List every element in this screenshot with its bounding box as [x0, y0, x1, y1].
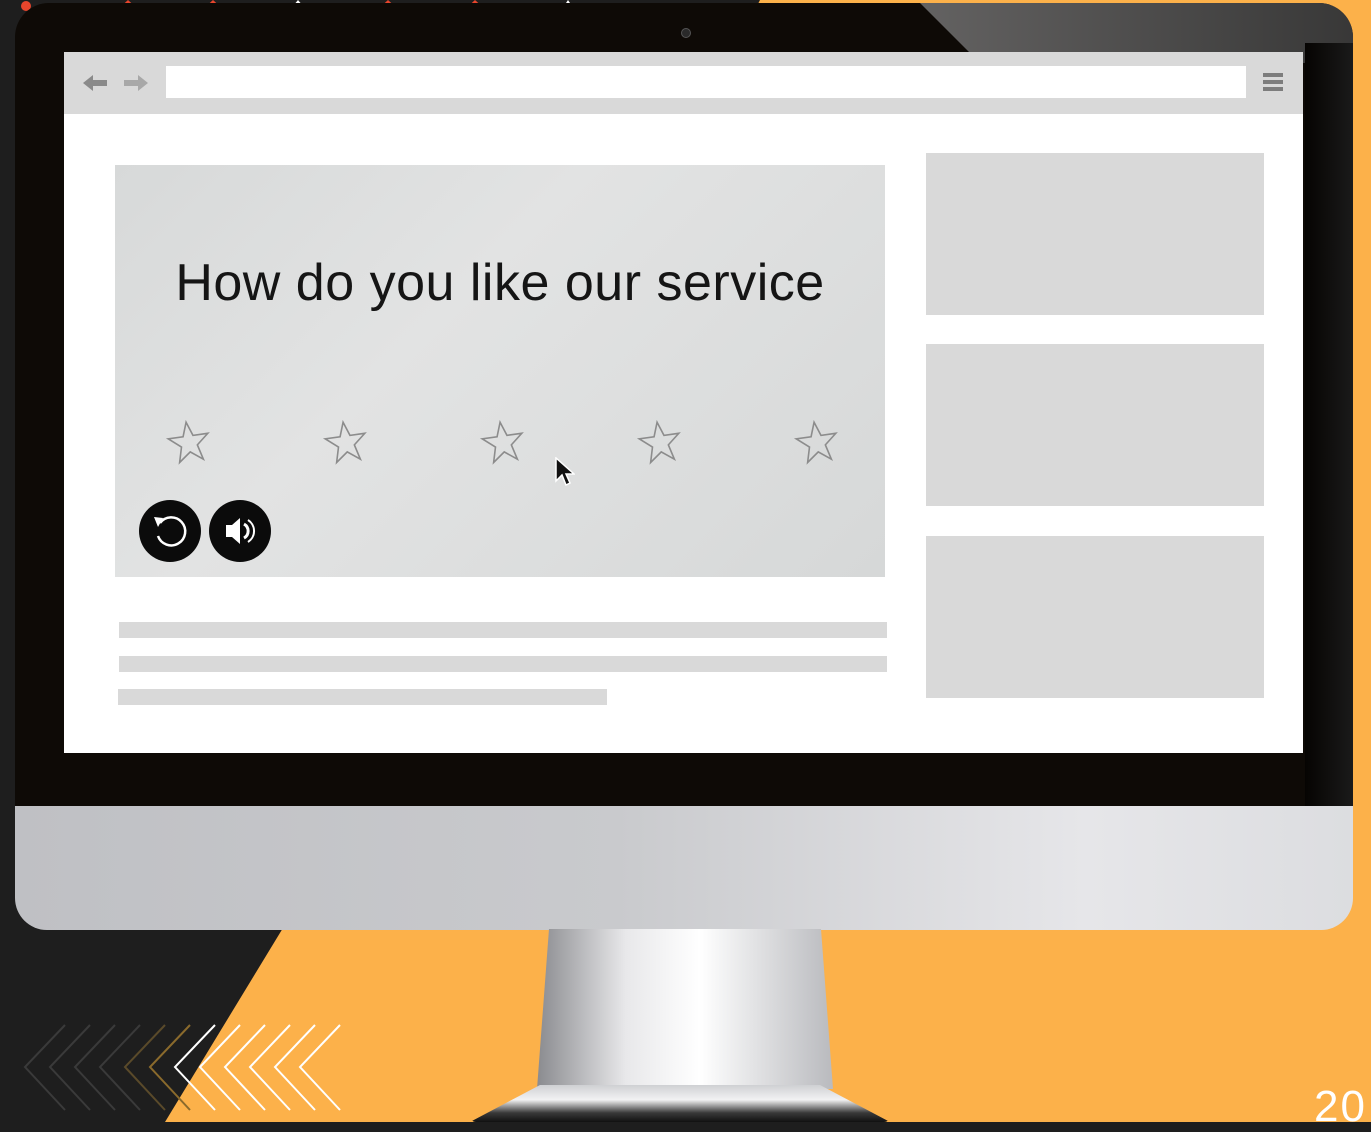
browser-toolbar	[64, 52, 1303, 114]
sidebar-placeholder-box	[926, 536, 1264, 698]
arrow-left-icon[interactable]	[81, 69, 111, 97]
address-bar-input[interactable]	[166, 66, 1246, 98]
replay-button[interactable]	[139, 500, 201, 562]
page-number: 20	[1314, 1082, 1367, 1131]
camera-icon	[681, 28, 691, 38]
video-player[interactable]: How do you like our service	[115, 165, 885, 577]
monitor-chin	[15, 806, 1353, 930]
rating-star-4[interactable]	[636, 419, 684, 465]
arrow-right-icon[interactable]	[120, 69, 150, 97]
sidebar-placeholder-box	[926, 153, 1264, 315]
rating-star-1[interactable]	[165, 419, 213, 465]
hamburger-menu-icon[interactable]	[1263, 73, 1283, 91]
replay-icon	[154, 516, 187, 547]
chevron-pattern	[23, 1024, 341, 1111]
text-placeholder-line	[119, 656, 887, 672]
text-placeholder-line	[119, 622, 887, 638]
mouse-cursor-icon	[555, 457, 575, 487]
rating-star-5[interactable]	[793, 419, 841, 465]
text-placeholder-line	[118, 689, 607, 705]
monitor-stand-base	[470, 1085, 890, 1122]
volume-button[interactable]	[209, 500, 271, 562]
bezel-edge	[1305, 43, 1353, 813]
rating-star-2[interactable]	[322, 419, 370, 465]
volume-icon	[226, 518, 255, 544]
rating-star-3[interactable]	[479, 419, 527, 465]
monitor-stand	[537, 929, 833, 1089]
sidebar-placeholder-box	[926, 344, 1264, 506]
monitor-screen: How do you like our service	[64, 52, 1303, 753]
survey-question: How do you like our service	[175, 254, 825, 312]
